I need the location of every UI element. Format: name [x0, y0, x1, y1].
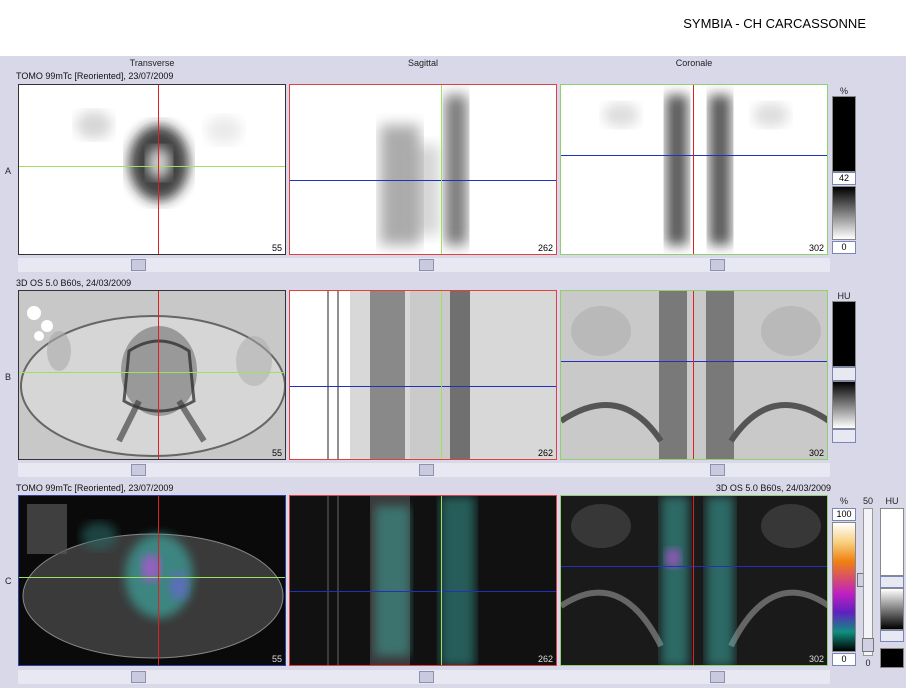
viewport-c-coronal[interactable]: 302: [560, 495, 828, 666]
slice-number: 302: [808, 243, 824, 253]
colorbar-unit: HU: [837, 291, 851, 301]
viewport-c-sagittal[interactable]: 262: [289, 495, 557, 666]
viewport-a-coronal[interactable]: 302: [560, 84, 828, 255]
blend-min-label: 0: [865, 658, 871, 668]
viewport-a-sagittal[interactable]: 262: [289, 84, 557, 255]
institution-title: SYMBIA - CH CARCASSONNE: [683, 16, 866, 31]
crosshair-vertical: [693, 85, 694, 254]
column-header-transverse: Transverse: [129, 58, 175, 68]
slice-slider-handle-sagittal[interactable]: [419, 671, 434, 683]
ct-window-upper-handle[interactable]: [880, 576, 904, 588]
crosshair-vertical: [441, 85, 442, 254]
slice-number: 55: [271, 654, 282, 664]
row-b-label: B: [5, 372, 12, 382]
header: SYMBIA - CH CARCASSONNE: [0, 0, 906, 56]
row-c-label: C: [5, 576, 12, 586]
crosshair-horizontal: [19, 166, 285, 167]
viewport-a-transverse[interactable]: 55: [18, 84, 286, 255]
slice-slider-handle-coronal[interactable]: [710, 259, 725, 271]
crosshair-horizontal: [19, 577, 285, 578]
crosshair-horizontal: [561, 155, 827, 156]
crosshair-horizontal: [19, 372, 285, 373]
slice-slider-handle-transverse[interactable]: [131, 259, 146, 271]
row-c-slice-scrollbar[interactable]: [18, 670, 830, 684]
slice-slider-handle-coronal[interactable]: [710, 671, 725, 683]
viewport-b-sagittal[interactable]: 262: [289, 290, 557, 460]
pet-min-value[interactable]: 0: [832, 653, 856, 666]
slice-slider-handle-coronal[interactable]: [710, 464, 725, 476]
slice-slider-handle-transverse[interactable]: [131, 464, 146, 476]
row-a-series-info: TOMO 99mTc [Reoriented], 23/07/2009: [16, 71, 174, 81]
colorbar-unit: %: [839, 496, 848, 506]
crosshair-horizontal: [561, 566, 827, 567]
row-a-slice-scrollbar[interactable]: [18, 258, 830, 272]
window-min-value[interactable]: 0: [832, 241, 856, 254]
crosshair-vertical: [441, 291, 442, 459]
viewport-b-coronal[interactable]: 302: [560, 290, 828, 460]
crosshair-vertical: [158, 496, 159, 665]
row-c-series-info: TOMO 99mTc [Reoriented], 23/07/2009: [16, 483, 174, 493]
crosshair-vertical: [158, 85, 159, 254]
slice-number: 55: [271, 243, 282, 253]
crosshair-horizontal: [561, 361, 827, 362]
crosshair-vertical: [441, 496, 442, 665]
colorbar-a-top: [832, 96, 856, 172]
slice-slider-handle-sagittal[interactable]: [419, 464, 434, 476]
ct-colorbar-top: [880, 508, 904, 576]
slice-number: 55: [271, 448, 282, 458]
slice-slider-handle-sagittal[interactable]: [419, 259, 434, 271]
pet-colorbar: [832, 522, 856, 652]
pet-max-value[interactable]: 100: [832, 508, 856, 521]
colorbar-b-top: [832, 301, 856, 367]
crosshair-vertical: [693, 496, 694, 665]
slice-number: 302: [808, 654, 824, 664]
crosshair-horizontal: [290, 386, 556, 387]
ct-window-lower-handle[interactable]: [880, 630, 904, 642]
crosshair-vertical: [158, 291, 159, 459]
slice-number: 302: [808, 448, 824, 458]
viewer-window: SYMBIA - CH CARCASSONNE Transverse Sagit…: [0, 0, 906, 688]
window-max-value[interactable]: 42: [832, 172, 856, 185]
crosshair-vertical: [693, 291, 694, 459]
colorbar-unit: %: [839, 86, 848, 96]
viewport-c-transverse[interactable]: 55: [18, 495, 286, 666]
slice-slider-handle-transverse[interactable]: [131, 671, 146, 683]
row-b-slice-scrollbar[interactable]: [18, 463, 830, 477]
slice-number: 262: [537, 654, 553, 664]
row-c-series-info-secondary: 3D OS 5.0 B60s, 24/03/2009: [715, 483, 831, 493]
blend-slider-track[interactable]: [863, 508, 873, 656]
ct-colorbar-gradient: [880, 588, 904, 630]
window-lower-handle[interactable]: [832, 429, 856, 443]
ct-colorbar-bottom: [880, 648, 904, 668]
slice-number: 262: [537, 243, 553, 253]
row-a-label: A: [5, 166, 12, 176]
crosshair-horizontal: [290, 591, 556, 592]
colorbar-b-gradient: [832, 381, 856, 429]
crosshair-horizontal: [290, 180, 556, 181]
column-header-sagittal: Sagittal: [407, 58, 439, 68]
viewport-b-transverse[interactable]: 55: [18, 290, 286, 460]
row-b-series-info: 3D OS 5.0 B60s, 24/03/2009: [16, 278, 132, 288]
column-header-coronal: Coronale: [675, 58, 713, 68]
blend-slider-handle[interactable]: [862, 638, 874, 652]
window-upper-handle[interactable]: [832, 367, 856, 381]
ct-colorbar-unit: HU: [885, 496, 899, 506]
colorbar-a-gradient: [832, 186, 856, 240]
slice-number: 262: [537, 448, 553, 458]
blend-max-label: 50: [862, 496, 873, 506]
